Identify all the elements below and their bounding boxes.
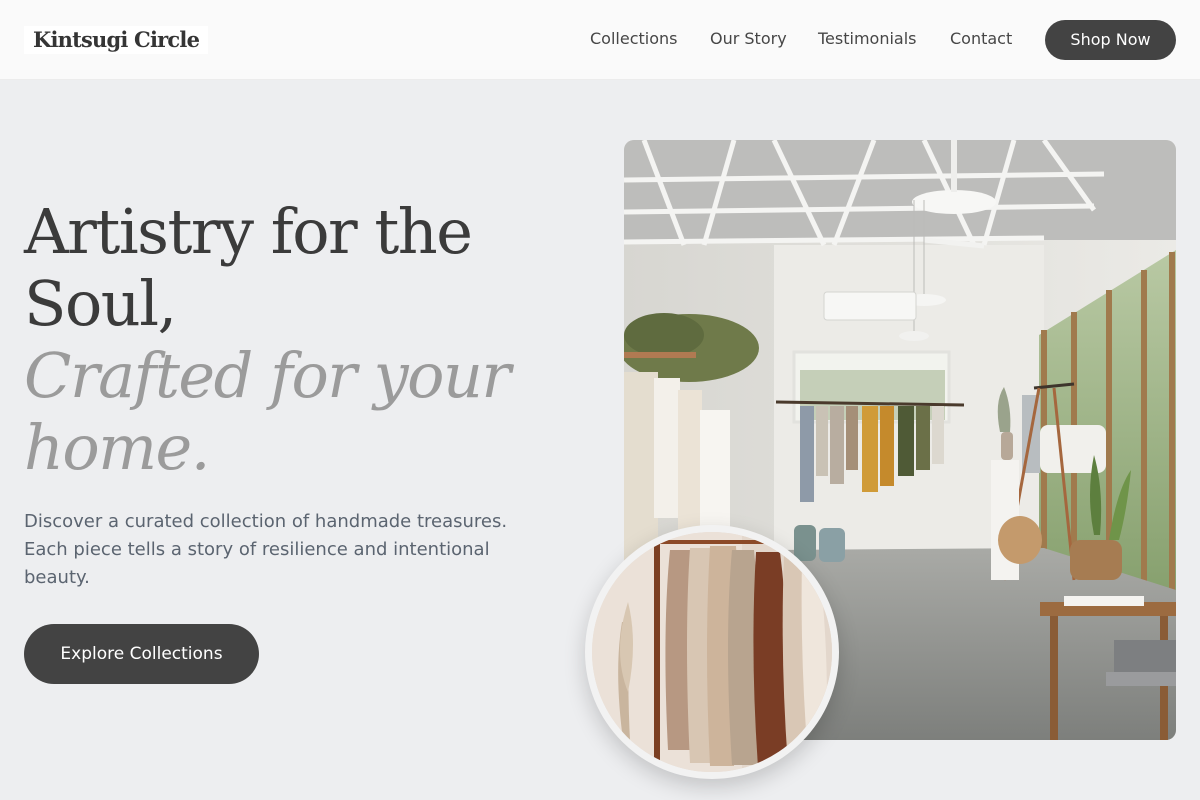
nav-link-our-story[interactable]: Our Story [710, 29, 787, 49]
headline-line-2: Soul, [24, 267, 177, 340]
featured-garments-image-frame [585, 525, 839, 779]
nav-link-testimonials[interactable]: Testimonials [818, 29, 917, 49]
explore-collections-button[interactable]: Explore Collections [24, 624, 259, 684]
brand-logo[interactable]: Kintsugi Circle [24, 26, 209, 54]
headline-line-1: Artistry for the [24, 195, 473, 268]
site-header: Kintsugi Circle Collections Our Story Te… [0, 0, 1200, 80]
hero-description: Discover a curated collection of handmad… [24, 511, 508, 588]
hero-headline: Artistry for the Soul, Crafted for your … [24, 196, 584, 484]
featured-garments-image [592, 532, 832, 772]
shop-now-button[interactable]: Shop Now [1045, 20, 1176, 60]
headline-accent-line-1: Crafted for your [24, 339, 511, 412]
nav-link-collections[interactable]: Collections [590, 29, 677, 49]
nav-link-contact[interactable]: Contact [950, 29, 1012, 49]
headline-accent-line-2: home. [24, 411, 210, 484]
